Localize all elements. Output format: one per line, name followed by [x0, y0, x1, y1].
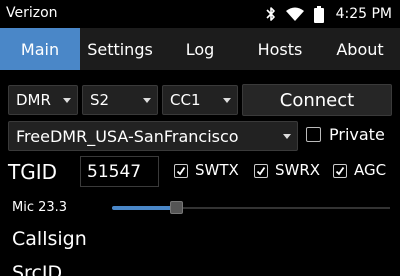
- chevron-down-icon: [143, 98, 151, 103]
- color-code-select[interactable]: CC1: [162, 85, 238, 115]
- tgid-label: TGID: [8, 160, 58, 184]
- carrier-name: Verizon: [6, 5, 58, 21]
- status-bar: Verizon 4:25 PM: [0, 0, 400, 28]
- mode-select[interactable]: DMR: [8, 85, 78, 115]
- tab-log[interactable]: Log: [160, 28, 240, 70]
- swtx-label: SWTX: [195, 161, 239, 179]
- wifi-icon: [285, 7, 304, 21]
- tab-settings[interactable]: Settings: [80, 28, 160, 70]
- color-code-value: CC1: [170, 91, 201, 109]
- checkmark-icon: [335, 166, 345, 176]
- agc-label: AGC: [354, 161, 387, 179]
- mic-slider-thumb[interactable]: [169, 201, 183, 214]
- chevron-down-icon: [63, 98, 71, 103]
- chevron-down-icon: [283, 134, 291, 139]
- private-checkbox[interactable]: [306, 127, 321, 142]
- private-label: Private: [329, 125, 385, 144]
- battery-icon: [313, 5, 324, 23]
- host-select[interactable]: FreeDMR_USA-SanFrancisco: [8, 121, 298, 151]
- swrx-label: SWRX: [275, 161, 321, 179]
- clock: 4:25 PM: [335, 6, 392, 22]
- callsign-label: Callsign: [12, 228, 87, 250]
- checkmark-icon: [176, 166, 186, 176]
- tab-bar: Main Settings Log Hosts About: [0, 28, 400, 70]
- host-value: FreeDMR_USA-SanFrancisco: [16, 126, 239, 146]
- srcid-label: SrcID: [12, 262, 63, 276]
- slot-select[interactable]: S2: [82, 85, 158, 115]
- tgid-input[interactable]: [80, 156, 159, 187]
- connect-button[interactable]: Connect: [242, 84, 392, 116]
- mode-value: DMR: [16, 91, 51, 109]
- swtx-checkbox[interactable]: [174, 164, 188, 178]
- tab-main[interactable]: Main: [0, 28, 80, 70]
- slot-value: S2: [90, 91, 110, 109]
- status-icons: 4:25 PM: [266, 4, 392, 24]
- chevron-down-icon: [223, 98, 231, 103]
- agc-checkbox[interactable]: [333, 164, 347, 178]
- bluetooth-icon: [266, 6, 276, 22]
- tab-about[interactable]: About: [320, 28, 400, 70]
- mic-slider-fill: [112, 206, 176, 210]
- mic-level-label: Mic 23.3: [12, 200, 68, 215]
- swrx-checkbox[interactable]: [254, 164, 268, 178]
- checkmark-icon: [256, 166, 266, 176]
- tab-hosts[interactable]: Hosts: [240, 28, 320, 70]
